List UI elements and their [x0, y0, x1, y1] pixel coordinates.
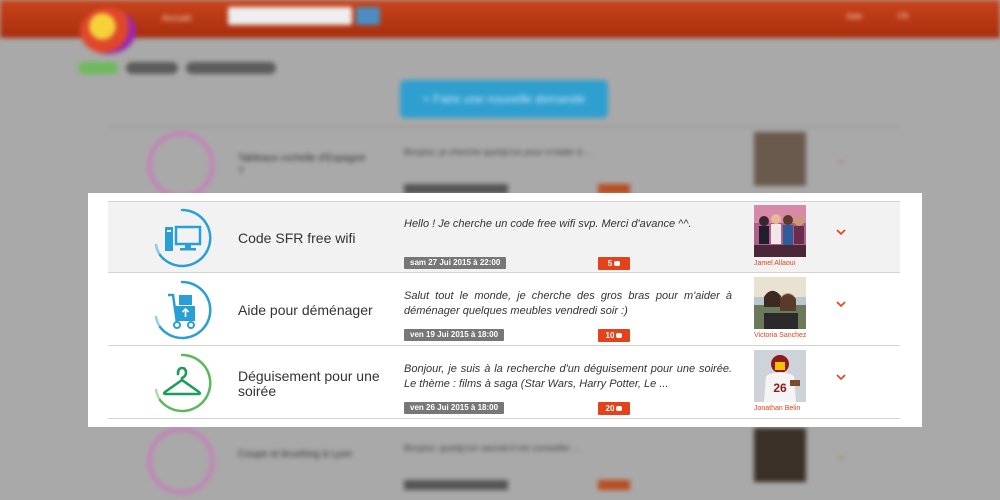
- breadcrumb-current: [186, 62, 276, 74]
- language-link[interactable]: FR: [898, 12, 920, 22]
- list-item[interactable]: Tableaux rochelle d'Espagne ? Bonjour, j…: [108, 128, 900, 200]
- search-button[interactable]: [356, 7, 380, 25]
- avatar[interactable]: [754, 205, 806, 257]
- request-description: Bonjour, je suis à la recherche d'un dég…: [404, 363, 732, 390]
- user-name[interactable]: Jamel Allaoui: [754, 260, 844, 267]
- count-value: 20: [605, 404, 615, 413]
- request-row[interactable]: Code SFR free wifi Hello ! Je cherche un…: [108, 201, 900, 273]
- user-name[interactable]: Jonathan Belin: [754, 405, 844, 412]
- chevron-down-icon[interactable]: ⌄: [836, 152, 846, 166]
- request-description: Bonjour, quelqu'un saurait-il me conseil…: [404, 443, 581, 453]
- divider: [108, 126, 900, 127]
- request-row[interactable]: Aide pour déménager Salut tout le monde,…: [108, 274, 900, 346]
- category-icon: [148, 428, 214, 494]
- breadcrumb-item[interactable]: [126, 62, 178, 74]
- svg-text:26: 26: [773, 381, 787, 395]
- request-title[interactable]: Aide pour déménager: [238, 303, 388, 318]
- list-item[interactable]: Coupe et brushing à Lyon Bonjour, quelqu…: [108, 424, 900, 496]
- new-request-button[interactable]: + Faire une nouvelle demande: [400, 80, 608, 118]
- request-title: Coupe et brushing à Lyon: [238, 449, 353, 460]
- search-input[interactable]: [228, 7, 352, 25]
- request-title: Tableaux rochelle d'Espagne ?: [238, 153, 366, 177]
- count-badge: 10: [598, 329, 630, 342]
- request-title[interactable]: Code SFR free wifi: [238, 231, 388, 246]
- chevron-down-icon[interactable]: [834, 225, 848, 239]
- request-title[interactable]: Déguisement pour une soirée: [238, 369, 388, 399]
- date-badge: sam 27 Jui 2015 à 22:00: [404, 257, 507, 269]
- breadcrumb-home[interactable]: [78, 62, 118, 74]
- top-navbar: Accueil Aide FR: [0, 0, 1000, 54]
- request-row[interactable]: Déguisement pour une soirée Bonjour, je …: [108, 347, 900, 419]
- count-value: 10: [605, 331, 615, 340]
- chevron-down-icon[interactable]: [834, 297, 848, 311]
- date-badge: [404, 480, 508, 490]
- avatar[interactable]: [754, 428, 806, 482]
- avatar[interactable]: 26: [754, 350, 806, 402]
- moving-dolly-icon: [151, 279, 213, 341]
- count-badge: [598, 480, 630, 490]
- computer-icon: [151, 207, 213, 269]
- date-badge: ven 26 Jui 2015 à 18:00: [404, 402, 505, 414]
- comment-bubble-icon: [616, 333, 623, 338]
- avatar[interactable]: [754, 132, 806, 186]
- request-description: Hello ! Je cherche un code free wifi svp…: [404, 218, 692, 230]
- comment-bubble-icon: [616, 406, 623, 411]
- avatar[interactable]: [754, 277, 806, 329]
- chevron-down-icon[interactable]: [834, 370, 848, 384]
- requests-highlight-panel: Code SFR free wifi Hello ! Je cherche un…: [88, 193, 922, 427]
- chevron-down-icon[interactable]: ⌄: [836, 448, 846, 462]
- date-badge: ven 19 Jui 2015 à 18:00: [404, 329, 505, 341]
- request-description: Salut tout le monde, je cherche des gros…: [404, 290, 732, 317]
- category-icon: [148, 132, 214, 198]
- comment-bubble-icon: [614, 261, 621, 266]
- user-name[interactable]: Victoria Sanchez: [754, 332, 844, 339]
- help-link[interactable]: Aide: [846, 12, 876, 22]
- count-badge: 5: [598, 257, 630, 270]
- nav-home-link[interactable]: Accueil: [162, 13, 191, 23]
- count-badge: 20: [598, 402, 630, 415]
- site-logo[interactable]: [80, 8, 136, 54]
- hanger-icon: [151, 352, 213, 414]
- request-description: Bonjour, je cherche quelqu'un pour m'aid…: [404, 147, 593, 157]
- count-value: 5: [607, 259, 613, 268]
